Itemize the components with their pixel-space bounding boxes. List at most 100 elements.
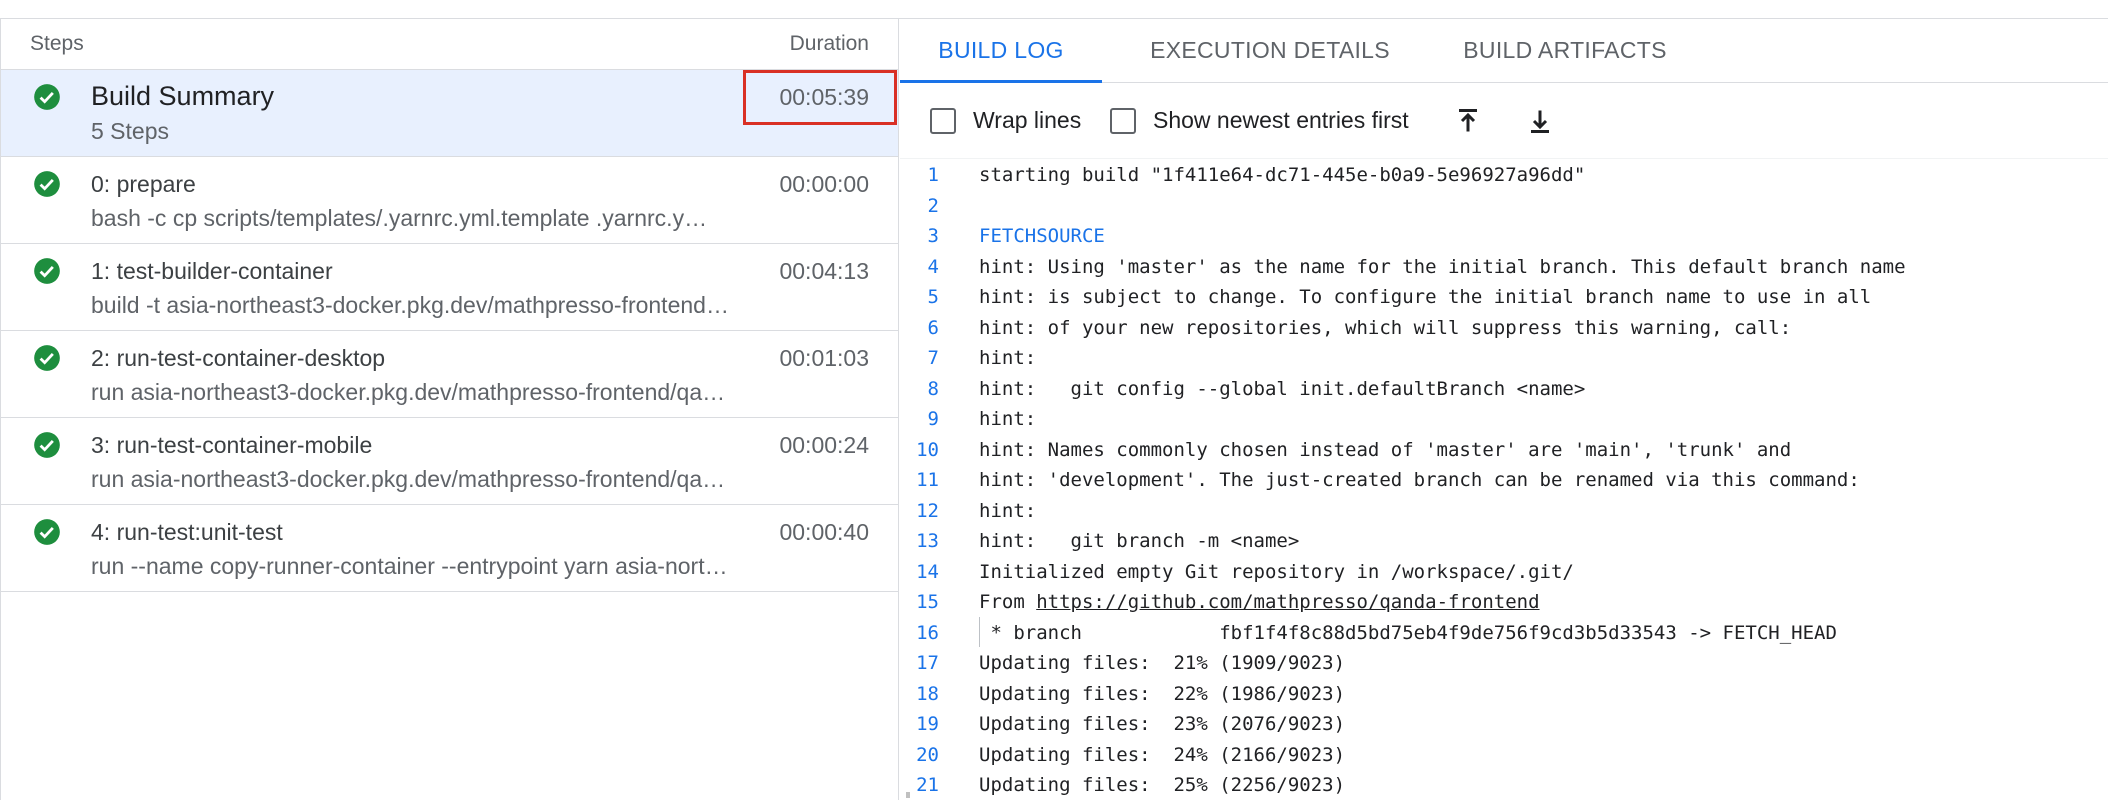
log-line: 12 hint: — [900, 495, 2108, 525]
line-text: hint: git config --global init.defaultBr… — [979, 377, 1586, 400]
line-number: 3 — [927, 225, 939, 247]
success-check-icon — [34, 84, 60, 110]
tab-execution-details[interactable]: EXECUTION DETAILS — [1125, 18, 1415, 82]
step-duration: 00:00:40 — [779, 519, 869, 545]
step-title: 0: prepare — [91, 171, 196, 197]
line-number: 4 — [927, 255, 939, 278]
step-title: 2: run-test-container-desktop — [91, 345, 386, 371]
step-test-builder-container[interactable]: 1: test-builder-container build -t asia-… — [1, 244, 898, 331]
log-line: 15 From https://github.com/mathpresso/qan… — [900, 586, 2108, 616]
step-prepare[interactable]: 0: prepare bash -c cp scripts/templates/… — [1, 157, 898, 244]
line-text: From https://github.com/mathpresso/qanda… — [979, 591, 1540, 613]
line-prefix: From — [979, 591, 1037, 613]
line-text: hint: git branch -m <name> — [979, 530, 1300, 552]
line-number: 6 — [927, 316, 939, 339]
log-line: 3 FETCHSOURCE — [900, 220, 2108, 250]
step-run-test-unit-test[interactable]: 4: run-test:unit-test run --name copy-ru… — [1, 505, 898, 592]
scroll-to-top-icon[interactable] — [1450, 103, 1486, 139]
line-text: hint: 'development'. The just-created br… — [979, 469, 1860, 491]
log-line: 20 Updating files: 24% (2166/9023) — [900, 739, 2108, 769]
line-text: hint: — [979, 408, 1037, 430]
line-number: 11 — [916, 469, 939, 491]
duration-column-header: Duration — [789, 32, 869, 55]
line-text: Updating files: 21% (1909/9023) — [979, 652, 1346, 674]
line-number: 18 — [916, 682, 939, 705]
step-title: 4: run-test:unit-test — [91, 519, 283, 545]
line-text: Updating files: 23% (2076/9023) — [979, 713, 1346, 735]
line-text: hint: Names commonly chosen instead of '… — [979, 438, 1792, 461]
log-line: 1 starting build "1f411e64-dc71-445e-b0a9… — [900, 159, 2108, 189]
step-duration: 00:04:13 — [779, 258, 869, 284]
log-line: 9 hint: — [900, 403, 2108, 433]
line-number: 12 — [916, 499, 939, 522]
log-line: 18 Updating files: 22% (1986/9023) — [900, 678, 2108, 708]
log-line: 11 hint: 'development'. The just-created … — [900, 464, 2108, 494]
line-number: 8 — [927, 377, 939, 400]
line-text: Initialized empty Git repository in /wor… — [979, 560, 1574, 583]
step-duration: 00:01:03 — [779, 345, 869, 371]
step-duration: 00:00:24 — [779, 432, 869, 458]
step-duration: 00:05:39 — [779, 84, 869, 110]
step-title: 3: run-test-container-mobile — [91, 432, 373, 458]
log-line: 5 hint: is subject to change. To configur… — [900, 281, 2108, 311]
top-bar — [0, 0, 2108, 19]
log-line: 7 hint: — [900, 342, 2108, 372]
log-panel: BUILD LOG EXECUTION DETAILS BUILD ARTIFA… — [900, 18, 2108, 800]
log-line: 8 hint: git config --global init.defaultB… — [900, 373, 2108, 403]
scroll-to-bottom-icon[interactable] — [1522, 103, 1558, 139]
show-newest-label[interactable]: Show newest entries first — [1153, 107, 1409, 134]
line-number: 20 — [916, 743, 939, 766]
line-number: 9 — [927, 408, 939, 430]
log-line: 2 — [900, 190, 2108, 220]
line-text: hint: is subject to change. To configure… — [979, 286, 1872, 308]
line-text: * branch fbf1f4f8c88d5bd75eb4f9de756f9cd… — [979, 621, 1837, 644]
line-number: 16 — [916, 621, 939, 644]
line-number: 13 — [916, 530, 939, 552]
step-subtitle: 5 Steps — [91, 118, 169, 144]
steps-column-header: Steps — [30, 32, 84, 55]
step-title: 1: test-builder-container — [91, 258, 333, 284]
resize-handle[interactable] — [906, 792, 910, 798]
steps-panel: Steps Duration Build Summary 5 Steps 00:… — [0, 18, 899, 800]
build-log: 1 starting build "1f411e64-dc71-445e-b0a9… — [900, 158, 2108, 801]
line-number: 10 — [916, 438, 939, 461]
line-number: 7 — [927, 347, 939, 369]
step-subtitle: run asia-northeast3-docker.pkg.dev/mathp… — [91, 466, 726, 492]
line-text: hint: — [979, 347, 1037, 369]
line-number: 17 — [916, 652, 939, 674]
show-newest-checkbox[interactable] — [1110, 108, 1136, 134]
line-number: 15 — [916, 591, 939, 613]
line-number: 5 — [927, 286, 939, 308]
step-subtitle: run asia-northeast3-docker.pkg.dev/mathp… — [91, 379, 726, 405]
log-toolbar: Wrap lines Show newest entries first — [900, 83, 2108, 158]
step-subtitle: run --name copy-runner-container --entry… — [91, 553, 739, 579]
log-line: 21 Updating files: 25% (2256/9023) — [900, 769, 2108, 799]
line-text: Updating files: 24% (2166/9023) — [979, 743, 1346, 766]
line-text: hint: — [979, 499, 1037, 522]
wrap-lines-label[interactable]: Wrap lines — [973, 107, 1081, 134]
repository-link[interactable]: https://github.com/mathpresso/qanda-fron… — [1036, 591, 1539, 613]
log-line: 14 Initialized empty Git repository in /w… — [900, 556, 2108, 586]
success-check-icon — [34, 345, 60, 371]
tab-bar: BUILD LOG EXECUTION DETAILS BUILD ARTIFA… — [900, 18, 2108, 83]
line-text: Updating files: 25% (2256/9023) — [979, 774, 1346, 796]
log-line: 10 hint: Names commonly chosen instead of… — [900, 434, 2108, 464]
log-line: 4 hint: Using 'master' as the name for th… — [900, 251, 2108, 281]
step-subtitle: bash -c cp scripts/templates/.yarnrc.yml… — [91, 205, 708, 231]
success-check-icon — [34, 258, 60, 284]
wrap-lines-checkbox[interactable] — [930, 108, 956, 134]
step-build-summary[interactable]: Build Summary 5 Steps 00:05:39 — [1, 70, 898, 157]
log-line: 6 hint: of your new repositories, which w… — [900, 312, 2108, 342]
step-duration: 00:00:00 — [779, 171, 869, 197]
success-check-icon — [34, 519, 60, 545]
step-run-test-container-desktop[interactable]: 2: run-test-container-desktop run asia-n… — [1, 331, 898, 418]
success-check-icon — [34, 171, 60, 197]
log-line: 16 * branch fbf1f4f8c88d5bd75eb4f9de756f… — [900, 616, 2108, 647]
tab-build-artifacts[interactable]: BUILD ARTIFACTS — [1440, 18, 1690, 82]
line-text: starting build "1f411e64-dc71-445e-b0a9-… — [979, 164, 1586, 186]
log-line: 17 Updating files: 21% (1909/9023) — [900, 647, 2108, 677]
step-run-test-container-mobile[interactable]: 3: run-test-container-mobile run asia-no… — [1, 418, 898, 505]
tab-build-log[interactable]: BUILD LOG — [900, 18, 1102, 83]
line-number: 1 — [927, 164, 939, 186]
line-text: hint: Using 'master' as the name for the… — [979, 255, 1906, 278]
